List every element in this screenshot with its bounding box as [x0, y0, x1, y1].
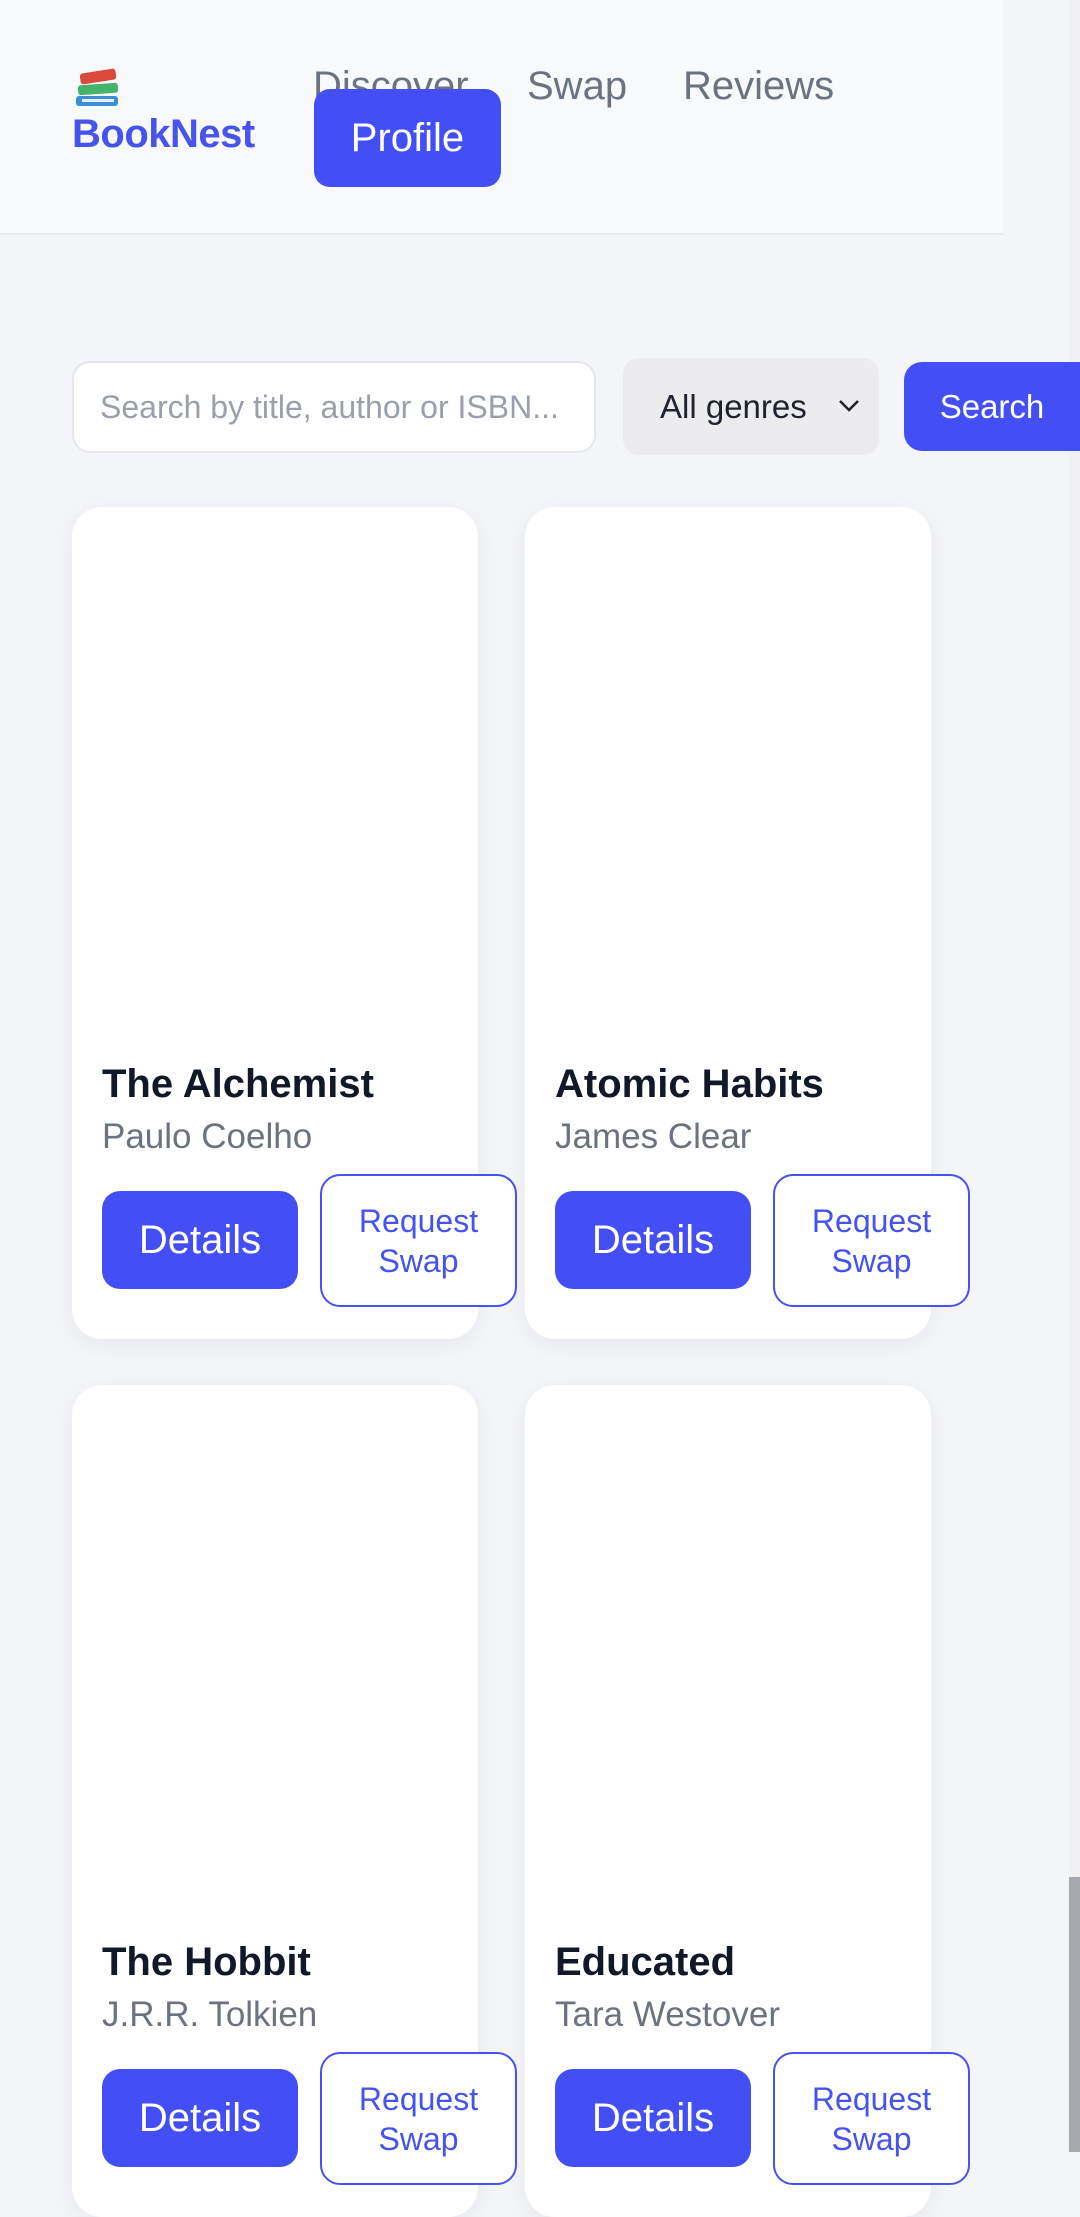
request-swap-button[interactable]: Request Swap [320, 1174, 517, 1307]
request-swap-button[interactable]: Request Swap [320, 2052, 517, 2185]
books-stack-icon [76, 68, 119, 106]
book-title: Atomic Habits [555, 1062, 824, 1106]
search-button[interactable]: Search [904, 362, 1080, 451]
book-author: Paulo Coelho [102, 1117, 313, 1156]
scrollbar-track[interactable] [1069, 0, 1080, 2152]
book-card: The Hobbit J.R.R. Tolkien Details Reques… [72, 1385, 517, 2217]
details-button[interactable]: Details [555, 2069, 751, 2167]
profile-button[interactable]: Profile [314, 89, 501, 187]
top-nav-header: BookNest Discover Swap Reviews Profile [0, 0, 1003, 235]
genre-select[interactable]: All genres [623, 358, 879, 455]
book-title: The Alchemist [102, 1062, 374, 1106]
chevron-down-icon [839, 400, 859, 412]
book-author: James Clear [555, 1117, 752, 1156]
book-author: Tara Westover [555, 1995, 780, 2034]
nav-swap[interactable]: Swap [527, 64, 627, 109]
genre-select-value: All genres [660, 387, 807, 425]
request-swap-button[interactable]: Request Swap [773, 1174, 970, 1307]
book-card: Atomic Habits James Clear Details Reques… [525, 507, 970, 1339]
app-logo-text[interactable]: BookNest [72, 112, 255, 157]
book-title: The Hobbit [102, 1940, 311, 1984]
scrollbar-thumb[interactable] [1069, 1877, 1080, 2152]
details-button[interactable]: Details [102, 2069, 298, 2167]
request-swap-button[interactable]: Request Swap [773, 2052, 970, 2185]
nav-reviews[interactable]: Reviews [683, 64, 834, 109]
search-input[interactable]: Search by title, author or ISBN... [72, 361, 596, 453]
details-button[interactable]: Details [102, 1191, 298, 1289]
book-author: J.R.R. Tolkien [102, 1995, 318, 2034]
details-button[interactable]: Details [555, 1191, 751, 1289]
book-card: The Alchemist Paulo Coelho Details Reque… [72, 507, 517, 1339]
book-card: Educated Tara Westover Details Request S… [525, 1385, 970, 2217]
book-title: Educated [555, 1940, 736, 1984]
